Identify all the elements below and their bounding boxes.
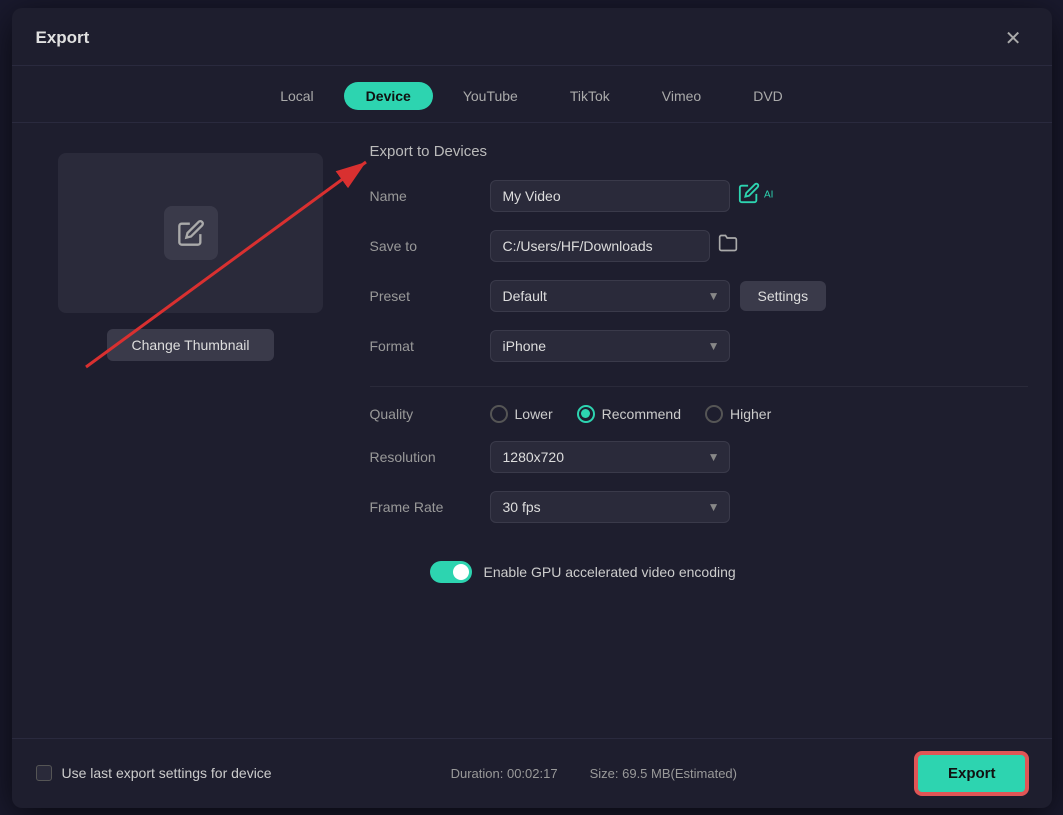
tab-dvd[interactable]: DVD [731, 82, 805, 110]
frame-rate-select[interactable]: 30 fps [490, 491, 730, 523]
tab-youtube[interactable]: YouTube [441, 82, 540, 110]
right-panel: Export to Devices Name AI Save to [370, 143, 1028, 718]
use-last-settings-checkbox[interactable] [36, 765, 52, 781]
dialog-footer: Use last export settings for device Dura… [12, 738, 1052, 808]
preset-select[interactable]: Default [490, 280, 730, 312]
export-dialog: Export ✕ Local Device YouTube TikTok Vim… [12, 8, 1052, 808]
quality-higher-option[interactable]: Higher [705, 405, 771, 423]
format-label: Format [370, 338, 490, 354]
preset-row: Preset Default ▼ Settings [370, 280, 1028, 312]
resolution-row: Resolution 1280x720 ▼ [370, 441, 1028, 473]
frame-rate-select-wrap: 30 fps ▼ [490, 491, 730, 523]
save-to-input[interactable] [490, 230, 710, 262]
quality-options: Lower Recommend Higher [490, 405, 772, 423]
quality-lower-option[interactable]: Lower [490, 405, 553, 423]
name-label: Name [370, 188, 490, 204]
resolution-select-wrap: 1280x720 ▼ [490, 441, 730, 473]
format-select[interactable]: iPhone [490, 330, 730, 362]
left-panel: Change Thumbnail [36, 143, 346, 718]
quality-recommend-option[interactable]: Recommend [577, 405, 681, 423]
gpu-label: Enable GPU accelerated video encoding [484, 564, 736, 580]
section-title: Export to Devices [370, 143, 1028, 160]
ai-button[interactable]: AI [738, 182, 774, 209]
preset-select-wrap: Default ▼ [490, 280, 730, 312]
quality-higher-radio[interactable] [705, 405, 723, 423]
gpu-toggle-row: Enable GPU accelerated video encoding [370, 561, 1028, 583]
thumbnail-icon [164, 206, 218, 260]
footer-left: Use last export settings for device [36, 765, 272, 781]
duration-info: Duration: 00:02:17 [451, 766, 558, 781]
folder-button[interactable] [718, 233, 738, 258]
thumbnail-preview [58, 153, 323, 313]
quality-lower-label: Lower [515, 406, 553, 422]
tab-tiktok[interactable]: TikTok [548, 82, 632, 110]
size-value: 69.5 MB(Estimated) [622, 766, 737, 781]
export-button[interactable]: Export [916, 753, 1028, 794]
close-button[interactable]: ✕ [999, 24, 1028, 53]
quality-recommend-label: Recommend [602, 406, 681, 422]
name-input[interactable] [490, 180, 730, 212]
quality-row: Quality Lower Recommend Higher [370, 405, 1028, 423]
duration-value: 00:02:17 [507, 766, 558, 781]
tabs-bar: Local Device YouTube TikTok Vimeo DVD [12, 66, 1052, 123]
quality-lower-radio[interactable] [490, 405, 508, 423]
name-row: Name AI [370, 180, 1028, 212]
resolution-select[interactable]: 1280x720 [490, 441, 730, 473]
frame-rate-label: Frame Rate [370, 499, 490, 515]
size-label: Size: [590, 766, 619, 781]
use-last-settings-label: Use last export settings for device [62, 765, 272, 781]
settings-button[interactable]: Settings [740, 281, 827, 311]
tab-vimeo[interactable]: Vimeo [640, 82, 723, 110]
frame-rate-row: Frame Rate 30 fps ▼ [370, 491, 1028, 523]
dialog-header: Export ✕ [12, 8, 1052, 66]
change-thumbnail-button[interactable]: Change Thumbnail [107, 329, 273, 361]
save-to-row: Save to [370, 230, 1028, 262]
format-row: Format iPhone ▼ [370, 330, 1028, 362]
resolution-label: Resolution [370, 449, 490, 465]
duration-label: Duration: [451, 766, 504, 781]
footer-meta: Duration: 00:02:17 Size: 69.5 MB(Estimat… [451, 766, 737, 781]
save-to-label: Save to [370, 238, 490, 254]
quality-recommend-radio[interactable] [577, 405, 595, 423]
format-select-wrap: iPhone ▼ [490, 330, 730, 362]
tab-device[interactable]: Device [344, 82, 433, 110]
dialog-body: Change Thumbnail Export to Devices Name [12, 123, 1052, 738]
tab-local[interactable]: Local [258, 82, 335, 110]
divider [370, 386, 1028, 387]
gpu-toggle[interactable] [430, 561, 472, 583]
quality-label: Quality [370, 406, 490, 422]
size-info: Size: 69.5 MB(Estimated) [590, 766, 737, 781]
preset-label: Preset [370, 288, 490, 304]
quality-higher-label: Higher [730, 406, 771, 422]
dialog-title: Export [36, 28, 90, 48]
